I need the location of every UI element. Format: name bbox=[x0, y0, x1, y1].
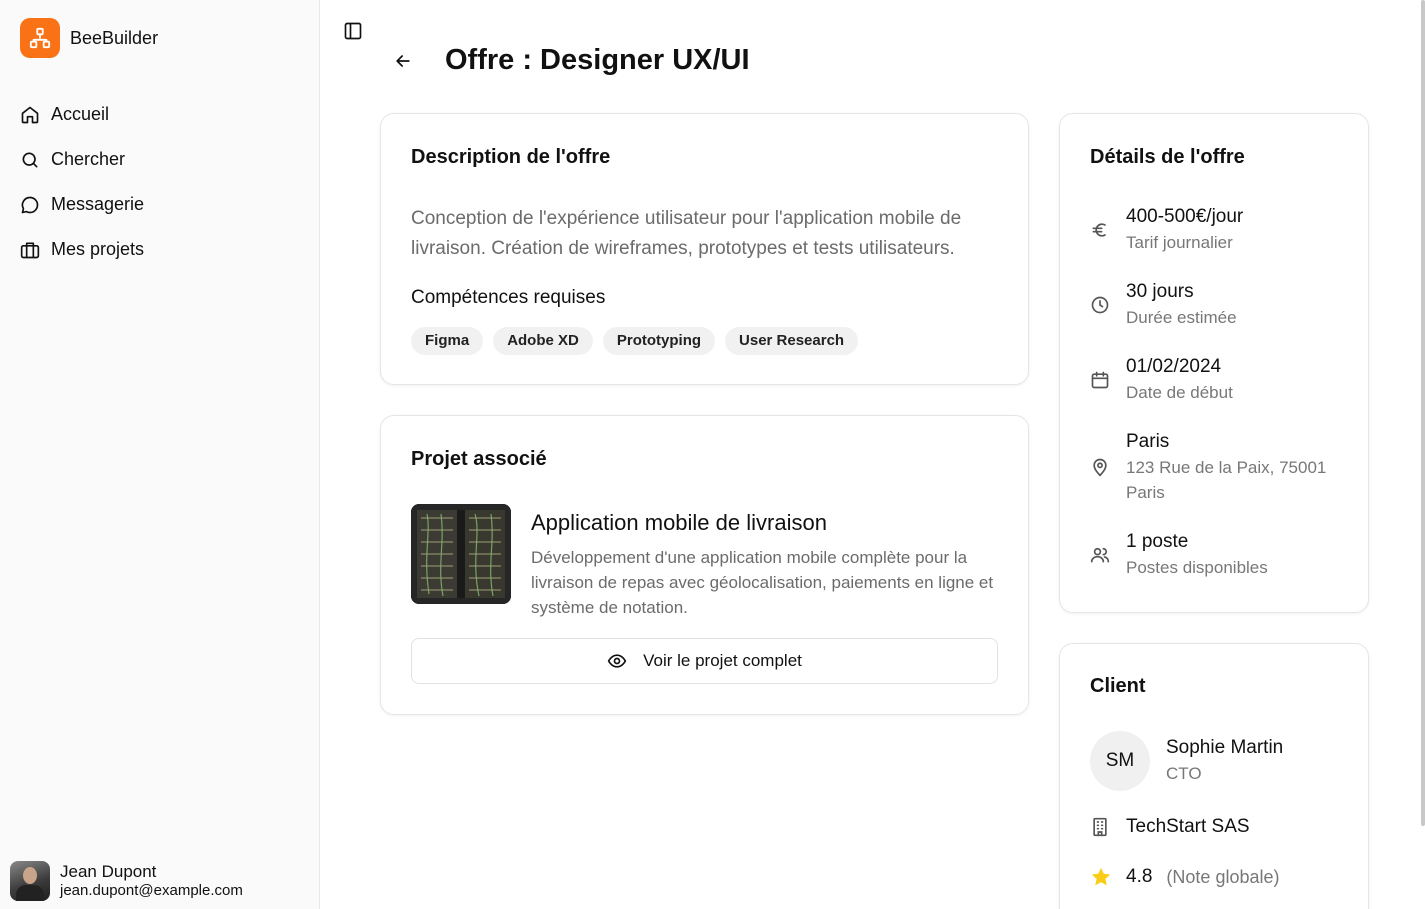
project-card: Projet associé Application mobile de liv… bbox=[380, 415, 1029, 715]
details-title: Détails de l'offre bbox=[1090, 146, 1245, 168]
start-date-label: Date de début bbox=[1126, 383, 1233, 402]
euro-icon bbox=[1092, 222, 1106, 237]
skill-tag: Adobe XD bbox=[493, 327, 593, 355]
rating-note: (Note globale) bbox=[1166, 866, 1280, 887]
duration-value: 30 jours bbox=[1126, 281, 1194, 302]
skill-tag: Prototyping bbox=[602, 327, 716, 355]
skill-tag: User Research bbox=[725, 327, 859, 355]
description-text: Conception de l'expérience utilisateur p… bbox=[411, 208, 962, 259]
detail-start-date: 01/02/2024 Date de début bbox=[1090, 354, 1233, 405]
detail-duration: 30 jours Durée estimée bbox=[1090, 279, 1237, 330]
description-card: Description de l'offre Conception de l'e… bbox=[380, 113, 1029, 385]
client-avatar: SM bbox=[1090, 731, 1150, 791]
brand-name: BeeBuilder bbox=[70, 27, 159, 48]
sidebar: BeeBuilder Accueil Chercher Messagerie M… bbox=[0, 0, 320, 909]
project-title: Projet associé bbox=[411, 448, 547, 470]
skills-tags: Figma Adobe XD Prototyping User Research bbox=[411, 327, 859, 355]
sidebar-item-mes-projets[interactable]: Mes projets bbox=[20, 227, 300, 272]
user-email: jean.dupont@example.com bbox=[60, 882, 243, 899]
calendar-icon bbox=[1091, 371, 1109, 388]
description-title: Description de l'offre bbox=[411, 146, 611, 168]
brand[interactable]: BeeBuilder bbox=[20, 18, 158, 58]
building-icon bbox=[1093, 817, 1107, 837]
company-name: TechStart SAS bbox=[1126, 816, 1250, 837]
positions-value: 1 poste bbox=[1126, 531, 1189, 552]
back-arrow-icon[interactable] bbox=[393, 51, 413, 71]
sidebar-nav: Accueil Chercher Messagerie Mes projets bbox=[20, 92, 300, 272]
rating-value: 4.8 bbox=[1126, 866, 1153, 887]
detail-location: Paris 123 Rue de la Paix, 75001 Paris bbox=[1090, 429, 1336, 505]
project-name: Application mobile de livraison bbox=[531, 510, 827, 535]
message-icon bbox=[21, 196, 39, 213]
sidebar-item-chercher[interactable]: Chercher bbox=[20, 137, 300, 182]
briefcase-icon bbox=[20, 242, 40, 258]
client-name: Sophie Martin bbox=[1166, 737, 1284, 758]
detail-rate: 400-500€/jour Tarif journalier bbox=[1090, 204, 1243, 255]
sidebar-item-label: Mes projets bbox=[51, 239, 145, 259]
client-card: Client SM Sophie Martin CTO TechStart SA… bbox=[1059, 643, 1369, 909]
brand-logo-icon bbox=[20, 18, 60, 58]
sidebar-item-label: Chercher bbox=[51, 149, 126, 169]
page-title: Offre : Designer UX/UI bbox=[445, 44, 750, 76]
search-icon bbox=[22, 152, 38, 167]
avatar bbox=[10, 861, 50, 901]
users-icon bbox=[1090, 547, 1110, 562]
client-rating: 4.8 (Note globale) bbox=[1090, 866, 1279, 888]
start-date-value: 01/02/2024 bbox=[1126, 356, 1222, 377]
positions-label: Postes disponibles bbox=[1126, 558, 1268, 577]
location-value: Paris bbox=[1126, 431, 1170, 452]
client-contact: SM Sophie Martin CTO bbox=[1090, 731, 1283, 791]
page-scrollbar[interactable] bbox=[1421, 0, 1425, 826]
sidebar-item-accueil[interactable]: Accueil bbox=[20, 92, 300, 137]
clock-icon bbox=[1091, 296, 1109, 313]
rate-value: 400-500€/jour bbox=[1126, 206, 1244, 227]
home-icon bbox=[21, 106, 39, 123]
eye-icon bbox=[607, 654, 627, 668]
client-title: Client bbox=[1090, 675, 1146, 697]
client-role: CTO bbox=[1166, 764, 1202, 783]
user-profile[interactable]: Jean Dupont jean.dupont@example.com bbox=[10, 861, 243, 901]
sidebar-toggle-icon[interactable] bbox=[343, 21, 363, 41]
details-card: Détails de l'offre 400-500€/jour Tarif j… bbox=[1059, 113, 1369, 613]
view-project-button[interactable]: Voir le projet complet bbox=[411, 638, 998, 684]
detail-positions: 1 poste Postes disponibles bbox=[1090, 529, 1268, 580]
star-icon bbox=[1091, 867, 1111, 886]
sidebar-item-label: Messagerie bbox=[51, 194, 145, 214]
view-project-label: Voir le projet complet bbox=[643, 651, 802, 670]
project-thumbnail bbox=[411, 504, 511, 604]
project-description: Développement d'une application mobile c… bbox=[531, 548, 994, 617]
client-company: TechStart SAS bbox=[1090, 816, 1250, 838]
map-pin-icon bbox=[1093, 458, 1107, 477]
sidebar-item-messagerie[interactable]: Messagerie bbox=[20, 182, 300, 227]
rate-label: Tarif journalier bbox=[1126, 233, 1233, 252]
duration-label: Durée estimée bbox=[1126, 308, 1237, 327]
user-name: Jean Dupont bbox=[60, 862, 157, 881]
location-address: 123 Rue de la Paix, 75001 Paris bbox=[1126, 458, 1327, 502]
skill-tag: Figma bbox=[411, 327, 484, 355]
sidebar-item-label: Accueil bbox=[51, 104, 110, 124]
skills-label: Compétences requises bbox=[411, 287, 606, 308]
